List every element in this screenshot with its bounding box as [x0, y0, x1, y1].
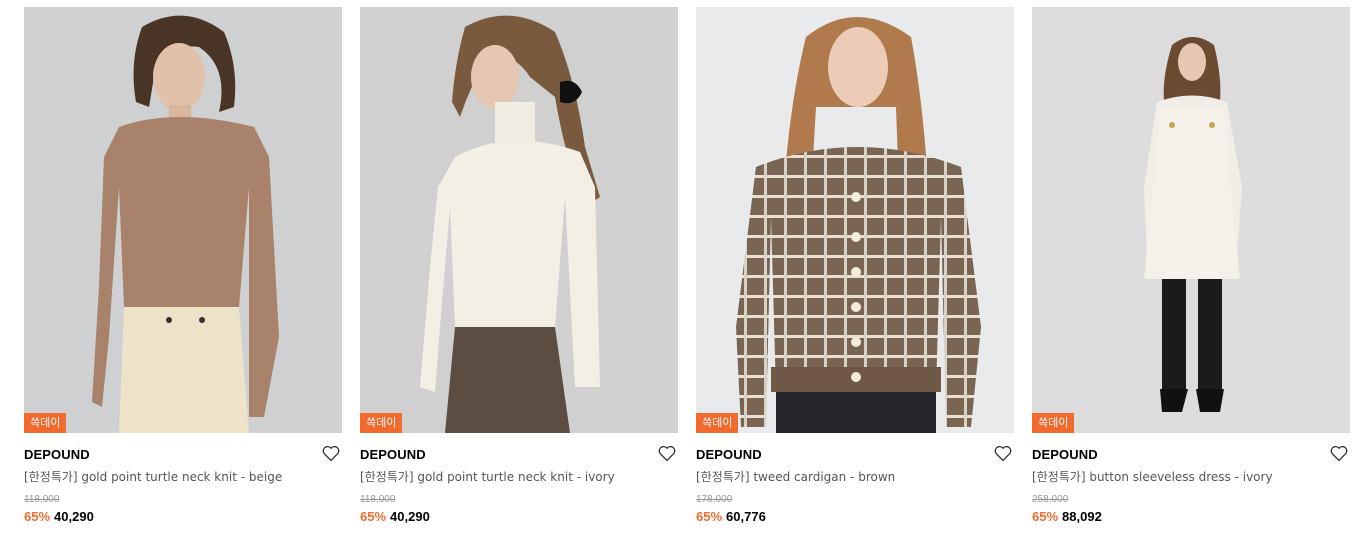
- product-card: 쓱데이 DEPOUND [한정특가] gold point turtle nec…: [24, 7, 342, 525]
- product-name[interactable]: [한정특가] tweed cardigan - brown: [696, 470, 1014, 485]
- product-name[interactable]: [한정특가] gold point turtle neck knit - ivo…: [360, 470, 678, 485]
- product-photo-sleeveless-dress: [1032, 7, 1350, 433]
- product-info: DEPOUND [한정특가] gold point turtle neck kn…: [24, 433, 342, 525]
- discount-rate: 65%: [1032, 509, 1059, 524]
- price-row: 65% 40,290: [360, 509, 678, 525]
- product-image[interactable]: 쓱데이: [1032, 7, 1350, 433]
- product-info: DEPOUND [한정특가] gold point turtle neck kn…: [360, 433, 678, 525]
- price-row: 65% 88,092: [1032, 509, 1350, 525]
- heart-icon[interactable]: [322, 445, 340, 462]
- heart-icon[interactable]: [658, 445, 676, 462]
- brand-name[interactable]: DEPOUND: [24, 447, 342, 462]
- price-row: 65% 40,290: [24, 509, 342, 525]
- product-card: 쓱데이 DEPOUND [한정특가] gold point turtle nec…: [360, 7, 678, 525]
- sale-price: 60,776: [726, 509, 766, 524]
- product-info: DEPOUND [한정특가] tweed cardigan - brown 17…: [696, 433, 1014, 525]
- event-badge: 쓱데이: [696, 413, 739, 433]
- discount-rate: 65%: [360, 509, 387, 524]
- brand-name[interactable]: DEPOUND: [360, 447, 678, 462]
- product-image[interactable]: 쓱데이: [24, 7, 342, 433]
- sale-price: 40,290: [390, 509, 430, 524]
- heart-icon[interactable]: [994, 445, 1012, 462]
- product-name[interactable]: [한정특가] gold point turtle neck knit - bei…: [24, 470, 342, 485]
- product-photo-tweed-cardigan: [696, 7, 1014, 433]
- discount-rate: 65%: [696, 509, 723, 524]
- product-card: 쓱데이 DEPOUND [한정특가] button sleeveless dre…: [1032, 7, 1350, 525]
- product-photo-beige-knit: [24, 7, 342, 433]
- brand-name[interactable]: DEPOUND: [696, 447, 1014, 462]
- original-price: 258,000: [1032, 494, 1069, 505]
- product-name[interactable]: [한정특가] button sleeveless dress - ivory: [1032, 470, 1350, 485]
- event-badge: 쓱데이: [360, 413, 403, 433]
- brand-name[interactable]: DEPOUND: [1032, 447, 1350, 462]
- product-card: 쓱데이 DEPOUND [한정특가] tweed cardigan - brow…: [696, 7, 1014, 525]
- original-price: 118,000: [360, 494, 396, 505]
- event-badge: 쓱데이: [24, 413, 67, 433]
- sale-price: 40,290: [54, 509, 94, 524]
- product-image[interactable]: 쓱데이: [360, 7, 678, 433]
- sale-price: 88,092: [1062, 509, 1102, 524]
- product-image[interactable]: 쓱데이: [696, 7, 1014, 433]
- event-badge: 쓱데이: [1032, 413, 1075, 433]
- product-photo-ivory-turtleneck: [360, 7, 678, 433]
- original-price: 178,000: [696, 494, 733, 505]
- original-price: 118,000: [24, 494, 60, 505]
- price-row: 65% 60,776: [696, 509, 1014, 525]
- discount-rate: 65%: [24, 509, 51, 524]
- product-info: DEPOUND [한정특가] button sleeveless dress -…: [1032, 433, 1350, 525]
- product-grid: 쓱데이 DEPOUND [한정특가] gold point turtle nec…: [0, 0, 1359, 533]
- heart-icon[interactable]: [1330, 445, 1348, 462]
